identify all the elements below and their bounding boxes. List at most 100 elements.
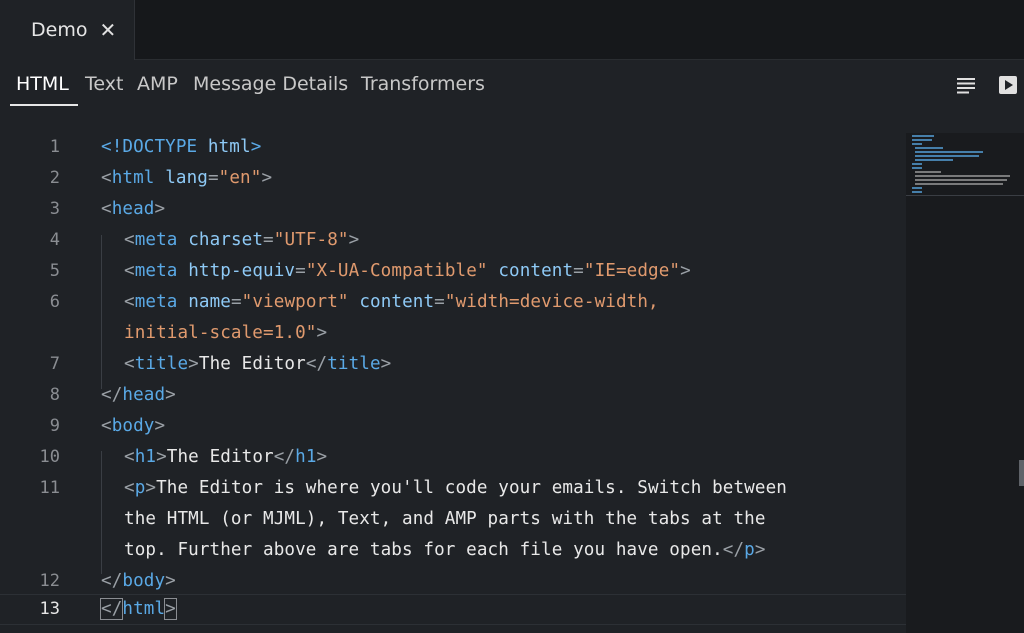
tag-name-token: meta	[134, 292, 178, 312]
tab-html[interactable]: HTML	[16, 73, 69, 95]
tag-open-token: <	[124, 478, 135, 498]
minimap[interactable]	[906, 133, 1024, 633]
tag-close-token: >	[348, 230, 360, 250]
tag-close-token: >	[261, 168, 273, 188]
tag-close-token: >	[188, 354, 199, 374]
line-number: 9	[49, 416, 60, 436]
tag-close-token: >	[316, 323, 328, 343]
tag-name-token: meta	[134, 230, 178, 250]
code-line: 10 <h1>The Editor</h1>	[0, 443, 906, 474]
tag-open-token: <	[124, 292, 135, 312]
current-line: 13 </html>	[0, 594, 906, 625]
tag-close-token: >	[154, 416, 166, 436]
line-number: 10	[39, 447, 60, 467]
equals-token: =	[263, 230, 274, 250]
tag-open-token: <	[101, 199, 112, 219]
doctype-token: <!DOCTYPE	[101, 137, 198, 157]
doctype-value-token: html	[197, 137, 251, 157]
tag-open-token: </	[305, 354, 328, 374]
line-number: 4	[49, 230, 60, 250]
tab-transformers[interactable]: Transformers	[361, 73, 485, 95]
tag-name-token: html	[122, 599, 166, 619]
code-editor[interactable]: 1 <!DOCTYPE html> 2 <html lang="en"> 3 <…	[0, 133, 906, 633]
tag-name-token: head	[122, 385, 166, 405]
attr-name-token: content	[498, 261, 574, 281]
code-line-wrap: initial-scale=1.0">	[0, 319, 906, 350]
tag-name-token: h1	[134, 447, 157, 467]
code-line: 6 <meta name="viewport" content="width=d…	[0, 288, 906, 319]
tag-name-token: html	[111, 168, 155, 188]
equals-token: =	[434, 292, 445, 312]
tag-close-token: >	[165, 385, 176, 405]
play-icon[interactable]	[997, 74, 1019, 96]
text-token: The Editor is where you'll code your ema…	[156, 478, 787, 498]
code-line: 4 <meta charset="UTF-8">	[0, 226, 906, 257]
tab-amp[interactable]: AMP	[137, 73, 178, 95]
text-token: The Editor	[198, 354, 306, 374]
tag-close-token: >	[165, 571, 176, 591]
text-token: the HTML (or MJML), Text, and AMP parts …	[124, 509, 766, 529]
equals-token: =	[573, 261, 584, 281]
tab-message-details[interactable]: Message Details	[193, 73, 348, 95]
code-line-wrap: the HTML (or MJML), Text, and AMP parts …	[0, 505, 906, 536]
line-number: 12	[39, 571, 60, 591]
close-icon[interactable]: ✕	[99, 20, 116, 40]
file-tab-bar: Demo ✕	[0, 0, 1024, 60]
line-number-current: 13	[39, 599, 60, 619]
code-line: 7 <title>The Editor</title>	[0, 350, 906, 381]
attr-value-token: "viewport"	[241, 292, 349, 312]
attr-name-token: charset	[188, 230, 264, 250]
tag-open-token: </	[101, 385, 123, 405]
text-token: The Editor	[166, 447, 274, 467]
file-tab-demo[interactable]: Demo ✕	[0, 0, 135, 60]
tag-name-token: p	[134, 478, 146, 498]
tag-open-token: <	[101, 168, 112, 188]
line-number: 7	[49, 354, 60, 374]
text-token: top. Further above are tabs for each fil…	[124, 540, 723, 560]
tag-close-token: >	[250, 137, 262, 157]
tag-name-token: head	[111, 199, 155, 219]
tab-text[interactable]: Text	[85, 73, 123, 95]
part-tabs: HTML Text AMP Message Details Transforme…	[0, 60, 1024, 106]
tag-name-token: title	[134, 354, 189, 374]
code-line-wrap: top. Further above are tabs for each fil…	[0, 536, 906, 567]
attr-name-token: content	[359, 292, 435, 312]
code-line: 8 </head>	[0, 381, 906, 412]
tag-open-token: </	[273, 447, 296, 467]
tag-open-token: <	[124, 230, 135, 250]
tag-name-token: p	[744, 540, 755, 560]
attr-value-token: "en"	[218, 168, 262, 188]
tag-close-token: >	[316, 447, 328, 467]
line-number: 8	[49, 385, 60, 405]
tag-close-token: >	[680, 261, 691, 281]
line-number: 3	[49, 199, 60, 219]
code-line: 3 <head>	[0, 195, 906, 226]
bracket-match-token: >	[164, 598, 177, 620]
tag-name-token: body	[122, 571, 166, 591]
attr-value-token: "X-UA-Compatible"	[305, 261, 488, 281]
tag-name-token: body	[111, 416, 155, 436]
tag-open-token: <	[124, 447, 135, 467]
scrollbar-thumb[interactable]	[1019, 460, 1024, 486]
tag-open-token: <	[101, 416, 112, 436]
tag-open-token: </	[101, 571, 123, 591]
tag-close-token: >	[156, 447, 167, 467]
attr-name-token: name	[188, 292, 231, 312]
tag-name-token: meta	[134, 261, 178, 281]
tag-close-token: >	[145, 478, 157, 498]
bracket-match-token: </	[99, 598, 124, 620]
attr-value-token: "UTF-8"	[273, 230, 349, 250]
attr-value-token: initial-scale=1.0"	[124, 323, 317, 343]
code-line: 11 <p>The Editor is where you'll code yo…	[0, 474, 906, 505]
line-number: 2	[49, 168, 60, 188]
equals-token: =	[295, 261, 306, 281]
align-lines-icon[interactable]	[955, 74, 977, 96]
tag-open-token: <	[124, 261, 135, 281]
tag-open-token: </	[722, 540, 745, 560]
